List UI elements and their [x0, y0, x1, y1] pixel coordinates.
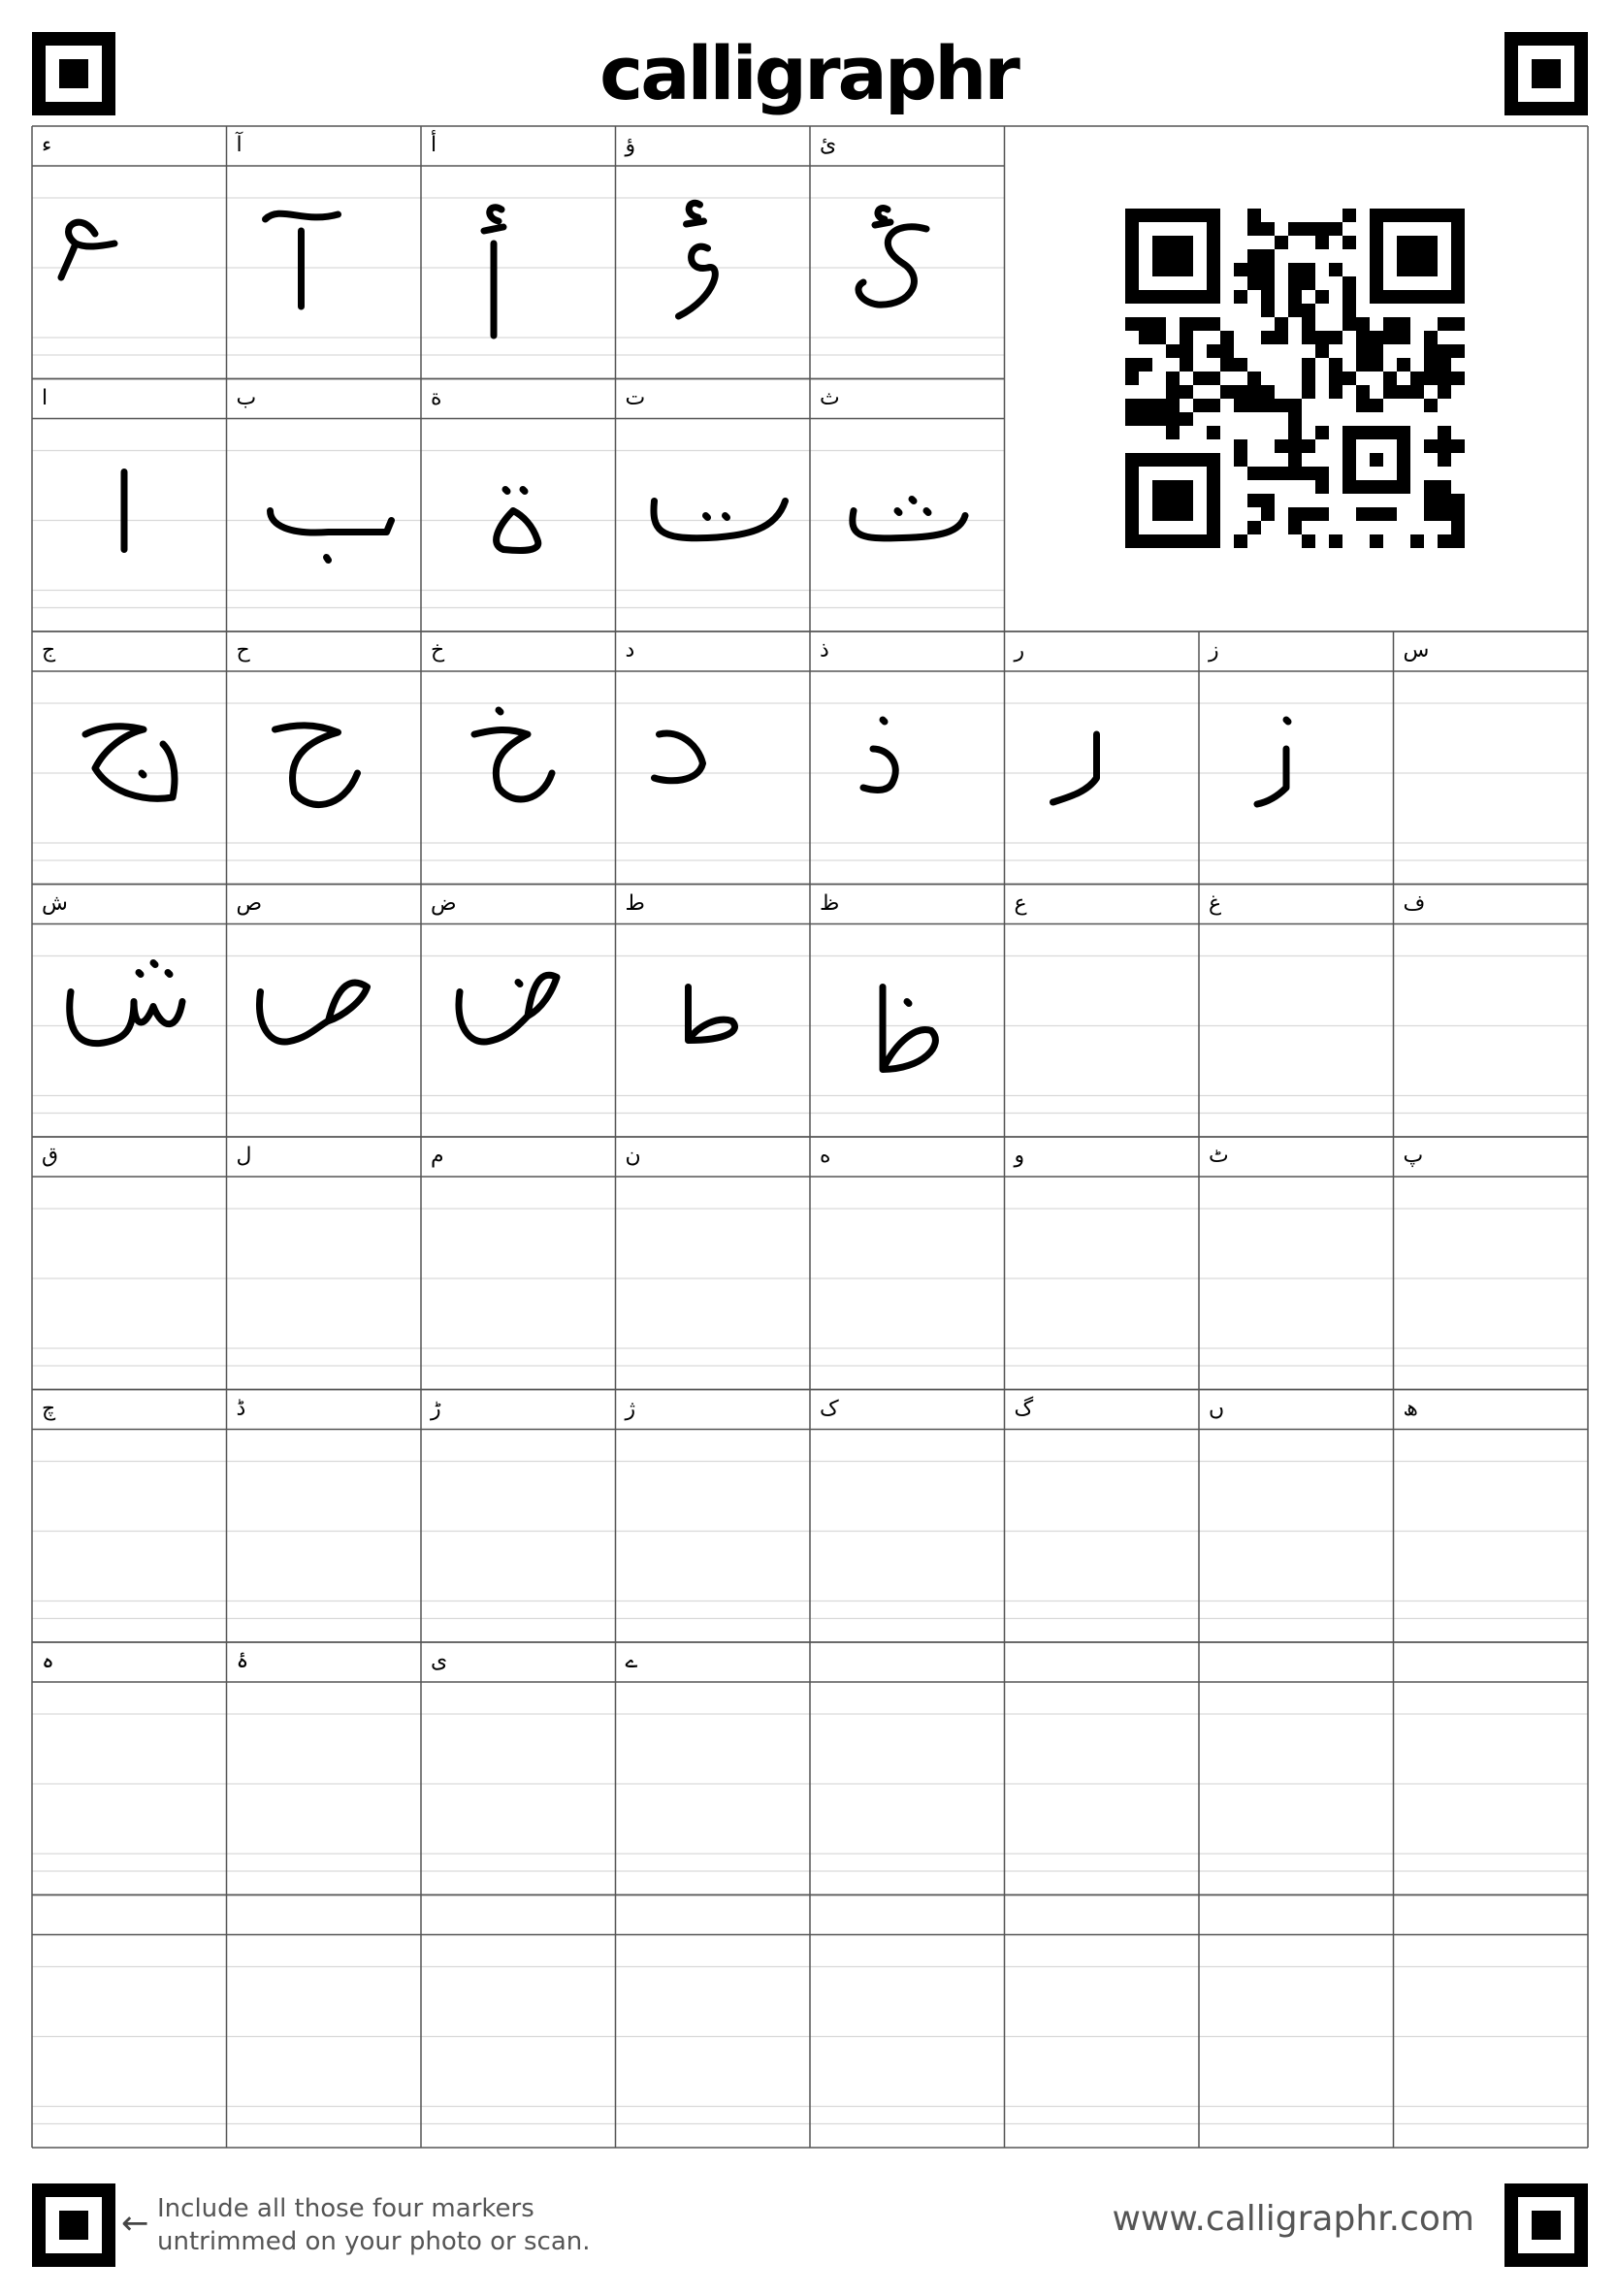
- cell-label: ڑ: [431, 1396, 441, 1421]
- cell-label: ہ: [42, 1649, 54, 1673]
- handwritten-glyph: [66, 959, 186, 1048]
- cell-label: ف: [1403, 890, 1426, 916]
- handwritten-glyph: [685, 984, 738, 1044]
- cell-label: ھ: [1403, 1396, 1418, 1421]
- handwritten-glyph: [81, 723, 178, 802]
- handwritten-glyph: [1050, 730, 1100, 806]
- qr-code: [1125, 209, 1465, 548]
- cell-label: أ: [431, 133, 437, 157]
- cell-label: ب: [236, 385, 257, 410]
- handwritten-glyph: [879, 984, 939, 1073]
- cell-label: ز: [1209, 638, 1219, 663]
- cell-label: ظ: [820, 890, 840, 916]
- website-url: www.calligraphr.com: [1112, 2199, 1474, 2239]
- cell-label: چ: [42, 1396, 56, 1421]
- instructions-line-2: untrimmed on your photo or scan.: [157, 2227, 591, 2256]
- handwritten-glyph: [859, 716, 899, 793]
- cell-label: ژ: [625, 1396, 636, 1421]
- cell-label: ص: [236, 890, 263, 916]
- cell-label: ر: [1014, 638, 1025, 663]
- cell-label: ن: [625, 1144, 641, 1168]
- cell-label: و: [1014, 1144, 1025, 1168]
- cell-label: ا: [42, 385, 49, 410]
- cell-label: ق: [42, 1144, 59, 1168]
- cell-label: ج: [42, 638, 56, 663]
- handwritten-glyph: [256, 979, 371, 1046]
- handwritten-glyph: [272, 722, 361, 808]
- handwritten-glyph: [470, 706, 556, 803]
- cell-label: پ: [1403, 1144, 1424, 1168]
- cell-label: ث: [820, 385, 840, 410]
- handwritten-glyph: [267, 507, 395, 564]
- cell-label: س: [1403, 638, 1430, 663]
- cell-label: ے: [625, 1649, 638, 1673]
- cell-label: ه: [820, 1144, 831, 1168]
- handwritten-glyph: [480, 204, 507, 340]
- handwritten-glyph: [675, 199, 719, 320]
- cell-label: ح: [236, 638, 250, 663]
- cell-label: ت: [625, 385, 646, 410]
- instructions-line-1: Include all those four markers: [157, 2194, 534, 2223]
- cell-label: ش: [42, 890, 68, 916]
- handwritten-glyph: [57, 218, 118, 281]
- cell-label: غ: [1209, 890, 1222, 916]
- cell-label: ۂ: [236, 1649, 249, 1673]
- cell-label: ط: [625, 890, 645, 916]
- cell-label: ض: [431, 890, 457, 916]
- cell-label: ة: [431, 385, 442, 410]
- handwritten-glyph: [849, 496, 969, 542]
- handwritten-glyph: [1253, 716, 1292, 808]
- cell-label: د: [625, 638, 635, 663]
- cell-label: ٹ: [1209, 1144, 1229, 1168]
- handwritten-glyph: [855, 205, 930, 308]
- cell-label: ئ: [820, 133, 837, 157]
- marker-instructions: Include all those four markers untrimmed…: [157, 2192, 591, 2258]
- cell-label: ی: [431, 1649, 448, 1673]
- cell-label: ع: [1014, 890, 1027, 916]
- cell-label: ذ: [820, 638, 829, 663]
- cell-label: ؤ: [625, 133, 636, 157]
- cell-label: آ: [236, 133, 243, 157]
- cell-label: ء: [42, 133, 52, 157]
- cell-label: گ: [1014, 1396, 1034, 1421]
- cell-label: م: [431, 1144, 444, 1168]
- handwritten-glyph: [455, 971, 561, 1046]
- cell-label: ں: [1209, 1396, 1225, 1421]
- cell-label: ڈ: [236, 1396, 246, 1421]
- cell-label: ل: [236, 1144, 252, 1168]
- cell-label: خ: [431, 638, 445, 663]
- handwritten-glyph: [650, 498, 789, 542]
- cell-label: ک: [820, 1396, 839, 1421]
- handwritten-glyph: [262, 210, 341, 310]
- arrow-left-icon: ←: [121, 2204, 149, 2243]
